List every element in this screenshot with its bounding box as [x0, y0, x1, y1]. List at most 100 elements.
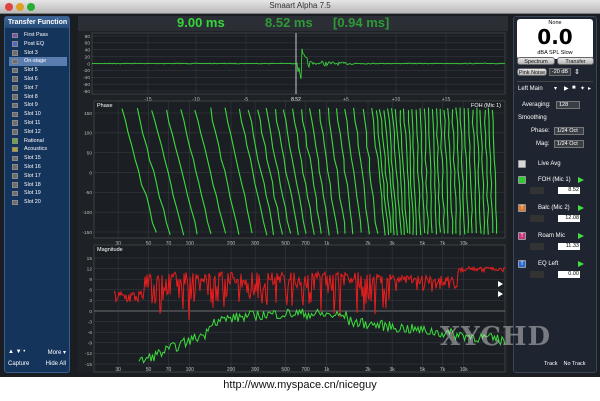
y-tick-label: 100: [84, 131, 92, 137]
dropdown-arrow-icon[interactable]: ▾: [554, 85, 557, 92]
slot-color-swatch[interactable]: [12, 67, 18, 74]
channel-delay-value[interactable]: 11.33: [558, 243, 580, 250]
spl-meter-unit: dBA SPL Slow: [537, 50, 573, 56]
main-channel-label[interactable]: Left Main: [518, 86, 543, 92]
slot-color-swatch[interactable]: [12, 190, 18, 197]
channel-row[interactable]: T Roam Mic 11.33: [518, 232, 584, 256]
y-tick-label: 60: [85, 41, 91, 47]
impulse-plot[interactable]: 806040200-20-40-60-80-15 -10 -5 8.52 +5 +10 +1…: [83, 32, 506, 103]
slot-color-swatch[interactable]: [12, 146, 18, 153]
play-icon[interactable]: [578, 177, 584, 183]
magnitude-plot[interactable]: 15129630-3-6-9-12-1530 50 70 100 200 300 500 70…: [85, 244, 506, 373]
x-tick-label: 7k: [440, 367, 446, 373]
y-tick-label: 9: [89, 277, 92, 283]
x-tick-label: 50: [146, 367, 152, 373]
sidebar-slot[interactable]: Slot 20: [9, 198, 67, 207]
sidebar-slot[interactable]: Slot 19: [9, 189, 67, 198]
slot-color-swatch[interactable]: [12, 182, 18, 188]
sidebar-slot[interactable]: Slot 6: [9, 75, 67, 84]
channel-row[interactable]: T EQ Left 0.00: [518, 260, 584, 284]
slot-color-swatch[interactable]: [12, 50, 18, 56]
slot-color-swatch[interactable]: [12, 129, 18, 135]
phase-smoothing-select[interactable]: 1/24 Oct: [554, 127, 584, 135]
sidebar-slot[interactable]: Acoustics: [9, 145, 67, 154]
sidebar-slot[interactable]: Slot 11: [9, 119, 67, 128]
phase-smoothing-label: Phase:: [531, 128, 550, 134]
hide-all-button[interactable]: Hide All: [46, 361, 66, 367]
slot-color-swatch[interactable]: [12, 199, 18, 206]
play-icon[interactable]: [578, 205, 584, 211]
no-track-label[interactable]: No Track: [564, 361, 586, 367]
divider: [517, 81, 593, 82]
sidebar-slot[interactable]: Slot 7: [9, 84, 67, 93]
slot-color-swatch[interactable]: [12, 138, 18, 144]
channel-delay-value[interactable]: 12.08: [558, 215, 580, 222]
sidebar-slot[interactable]: Slot 5: [9, 66, 67, 75]
sidebar-slot[interactable]: Rational: [9, 137, 67, 146]
channel-color-chip[interactable]: T: [518, 260, 526, 268]
phase-plot[interactable]: 150100500-50-100-15030 50 70 100 200 300 500 70…: [82, 100, 506, 247]
slot-color-swatch[interactable]: [12, 155, 18, 162]
track-controls[interactable]: Track No Track: [544, 361, 586, 367]
sidebar-slot[interactable]: Slot 17: [9, 172, 67, 181]
channel-row[interactable]: T Balc (Mic 2) 12.08: [518, 204, 584, 228]
sidebar-footer-nav: ▲ ▼ • More ▾: [8, 349, 68, 356]
capture-button[interactable]: Capture: [8, 361, 29, 367]
channel-color-chip[interactable]: [518, 176, 526, 184]
plot-scrollbar[interactable]: [508, 16, 512, 373]
sidebar-slot[interactable]: Slot 10: [9, 110, 67, 119]
slot-color-swatch[interactable]: [12, 41, 18, 47]
settings-icon[interactable]: ✦: [580, 85, 585, 92]
channel-color-chip[interactable]: T: [518, 204, 526, 212]
sidebar-slot[interactable]: Slot 9: [9, 101, 67, 110]
pink-noise-level-field[interactable]: -20 dB: [549, 68, 571, 76]
sidebar-slot[interactable]: Slot 15: [9, 154, 67, 163]
slot-nav-arrows[interactable]: ▲ ▼ •: [8, 349, 25, 355]
channel-delay-value[interactable]: 8.52: [558, 187, 580, 194]
channel-color-chip[interactable]: T: [518, 232, 526, 240]
pink-noise-button[interactable]: Pink Noise: [517, 68, 547, 76]
sidebar-slot[interactable]: Slot 18: [9, 181, 67, 190]
sidebar-slot[interactable]: Slot 8: [9, 93, 67, 102]
slot-color-swatch[interactable]: [12, 120, 18, 126]
channel-row[interactable]: FOH (Mic 1) 8.52: [518, 176, 584, 200]
live-avg-row[interactable]: Live Avg: [518, 160, 584, 174]
delay-readout-secondary: 8.52 ms: [265, 15, 313, 30]
channel-level-meter: [530, 187, 544, 194]
transfer-button[interactable]: Transfer: [557, 57, 594, 65]
spectrum-button[interactable]: Spectrum: [517, 57, 555, 65]
sidebar-slot[interactable]: On-stage: [9, 57, 67, 66]
sidebar-slot[interactable]: Post EQ: [9, 40, 67, 49]
sidebar-slot[interactable]: Slot 12: [9, 128, 67, 137]
slot-color-swatch[interactable]: [12, 102, 18, 109]
mag-smoothing-select[interactable]: 1/24 Oct: [554, 140, 584, 148]
averaging-select[interactable]: 128: [556, 101, 580, 109]
channel-delay-value[interactable]: 0.00: [558, 271, 580, 278]
x-tick-label: 700: [301, 367, 310, 373]
stepper-icon[interactable]: ⇕: [574, 68, 580, 76]
slot-color-swatch[interactable]: [12, 164, 18, 170]
measurement-plots[interactable]: 806040200-20-40-60-80-15 -10 -5 8.52 +5 +10 +1…: [78, 16, 508, 373]
play-icon[interactable]: [578, 261, 584, 267]
live-avg-chip[interactable]: [518, 160, 526, 168]
slot-label: Slot 7: [24, 84, 38, 91]
more-button[interactable]: More ▾: [48, 349, 66, 356]
window-title: Smaart Alpha 7.5: [269, 1, 331, 10]
sidebar-slot[interactable]: Slot 3: [9, 49, 67, 58]
slot-color-swatch[interactable]: [12, 58, 18, 65]
sidebar-slot[interactable]: Slot 16: [9, 163, 67, 172]
slot-color-swatch[interactable]: [12, 32, 18, 38]
play-icon[interactable]: [578, 233, 584, 239]
slot-color-swatch[interactable]: [12, 85, 18, 91]
expand-icon[interactable]: ▸: [588, 85, 591, 92]
sidebar-slot[interactable]: First Pass: [9, 31, 67, 40]
slot-color-swatch[interactable]: [12, 111, 18, 118]
slot-color-swatch[interactable]: [12, 173, 18, 179]
stop-icon[interactable]: ■: [572, 85, 576, 91]
track-label[interactable]: Track: [544, 361, 558, 367]
slot-label: Slot 19: [24, 190, 41, 197]
slot-color-swatch[interactable]: [12, 94, 18, 100]
play-icon[interactable]: ▶: [564, 85, 569, 92]
slot-color-swatch[interactable]: [12, 76, 18, 82]
x-tick-label: 500: [281, 367, 290, 373]
